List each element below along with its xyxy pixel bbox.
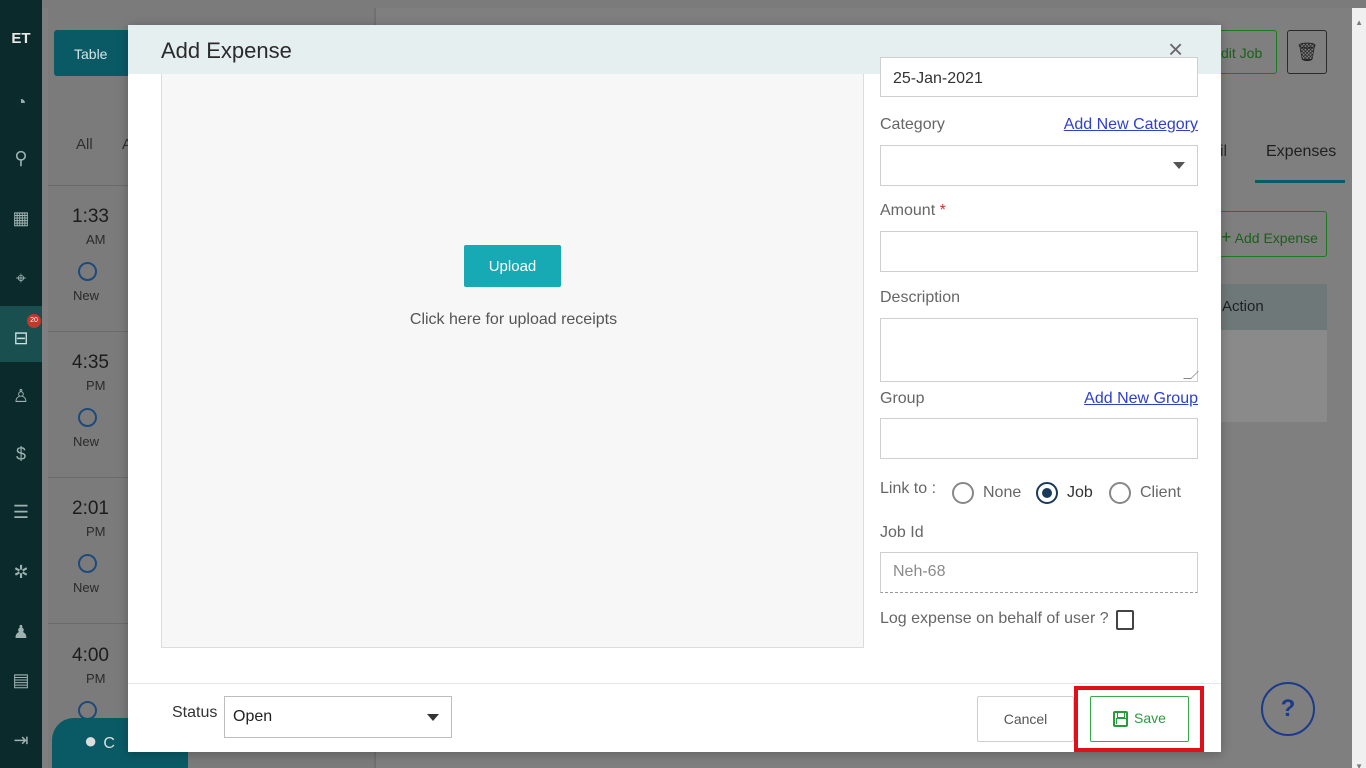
radio-job-label[interactable]: Job — [1067, 484, 1093, 502]
status-select[interactable]: Open — [224, 696, 452, 738]
sidebar: ET ◔ ⚲ ▦ ⌖ ⊟ 20 ♙ $ ☰ ✲ ♟ ▤ ⇥ — [0, 0, 42, 768]
tab-detail[interactable]: il — [1220, 143, 1227, 161]
map-pin-icon[interactable]: ⌖ — [9, 266, 33, 290]
radio-job[interactable] — [1036, 482, 1058, 504]
add-expense-label: Add Expense — [1234, 230, 1318, 246]
plus-icon: + — [1221, 227, 1232, 247]
schedule-time: 2:01 — [72, 498, 109, 519]
upload-button[interactable]: Upload — [464, 245, 561, 287]
upload-hint: Click here for upload receipts — [409, 311, 618, 328]
funnel-icon[interactable]: ⚲ — [9, 146, 33, 170]
description-textarea[interactable] — [880, 318, 1199, 382]
calendar-icon[interactable]: ▦ — [9, 206, 33, 230]
notification-badge: 20 — [27, 314, 41, 328]
dashboard-icon[interactable]: ◔ — [9, 90, 33, 114]
scroll-up-icon[interactable]: ▲ — [1355, 18, 1363, 27]
radio-none-label[interactable]: None — [983, 484, 1021, 502]
user-icon[interactable]: ♙ — [9, 384, 33, 408]
tab-underline — [1255, 180, 1345, 183]
schedule-status: New — [73, 580, 100, 595]
add-new-group-link[interactable]: Add New Group — [1084, 390, 1198, 408]
help-button[interactable]: ? — [1261, 682, 1315, 736]
handshake-icon[interactable]: ✲ — [9, 560, 33, 584]
behalf-label: Log expense on behalf of user ? — [880, 610, 1109, 627]
schedule-status: New — [73, 288, 100, 303]
schedule-status: New — [73, 434, 100, 449]
briefcase-icon[interactable]: ⊟ — [9, 326, 33, 350]
date-value: 25-Jan-2021 — [893, 70, 983, 87]
add-expense-modal: Add Expense × Upload Click here for uplo… — [128, 25, 1221, 752]
chat-label: C — [103, 735, 115, 752]
group-input[interactable] — [880, 418, 1198, 459]
trash-icon[interactable]: 🗑 — [1287, 30, 1327, 74]
table-row — [1213, 330, 1327, 422]
app-logo[interactable]: ET — [8, 26, 34, 52]
add-new-category-link[interactable]: Add New Category — [1064, 116, 1198, 134]
tab-expenses[interactable]: Expenses — [1266, 143, 1336, 161]
settings-list-icon[interactable]: ▤ — [9, 668, 33, 692]
status-circle-icon — [78, 262, 97, 281]
page-scrollbar[interactable]: ▲ ▼ — [1352, 8, 1366, 768]
job-id-field[interactable]: Neh-68 — [880, 552, 1198, 593]
amount-input[interactable] — [880, 231, 1198, 272]
resize-grip-icon[interactable] — [1183, 371, 1199, 379]
radio-none[interactable] — [952, 482, 974, 504]
radio-client-label[interactable]: Client — [1140, 484, 1181, 502]
schedule-time: 4:35 — [72, 352, 109, 373]
status-label: Status — [172, 704, 218, 721]
table-header-action: Action — [1213, 284, 1327, 330]
modal-footer: Status Open Cancel Save — [128, 683, 1221, 752]
save-icon — [1113, 710, 1129, 727]
link-to-label: Link to : — [880, 480, 937, 497]
chat-bubble-icon: ● — [84, 728, 98, 753]
filter-all[interactable]: All — [76, 136, 93, 153]
description-label: Description — [880, 289, 961, 306]
team-icon[interactable]: ♟ — [9, 620, 33, 644]
category-select[interactable] — [880, 145, 1198, 186]
status-value: Open — [233, 708, 273, 725]
add-expense-button[interactable]: + Add Expense — [1212, 211, 1327, 257]
save-button[interactable]: Save — [1090, 696, 1189, 742]
radio-client[interactable] — [1109, 482, 1131, 504]
amount-label: Amount * — [880, 202, 946, 220]
edit-job-button[interactable]: dit Job — [1212, 30, 1277, 74]
required-marker: * — [939, 202, 946, 219]
amount-label-text: Amount — [880, 202, 936, 219]
schedule-time: 1:33 — [72, 206, 109, 227]
chevron-down-icon — [1173, 162, 1185, 169]
cancel-button[interactable]: Cancel — [977, 696, 1074, 742]
date-field[interactable]: 25-Jan-2021 — [880, 57, 1198, 97]
modal-title: Add Expense — [161, 38, 292, 63]
schedule-ampm: PM — [86, 524, 106, 539]
schedule-ampm: PM — [86, 671, 106, 686]
top-strip — [0, 0, 1366, 8]
category-label: Category — [880, 116, 945, 133]
status-circle-icon — [78, 554, 97, 573]
scroll-down-icon[interactable]: ▼ — [1355, 762, 1363, 768]
behalf-checkbox[interactable] — [1116, 610, 1134, 630]
schedule-time: 4:00 — [72, 645, 109, 666]
group-label: Group — [880, 390, 925, 407]
status-circle-icon — [78, 408, 97, 427]
chevron-down-icon — [427, 714, 439, 721]
schedule-ampm: AM — [86, 232, 106, 247]
receipt-upload-area[interactable]: Upload Click here for upload receipts — [161, 74, 864, 648]
list-icon[interactable]: ☰ — [9, 500, 33, 524]
job-id-label: Job Id — [880, 524, 924, 541]
table-view-label: Table — [74, 46, 108, 62]
schedule-ampm: PM — [86, 378, 106, 393]
dollar-icon[interactable]: $ — [9, 442, 33, 466]
save-label: Save — [1134, 710, 1166, 727]
logout-icon[interactable]: ⇥ — [9, 728, 33, 752]
